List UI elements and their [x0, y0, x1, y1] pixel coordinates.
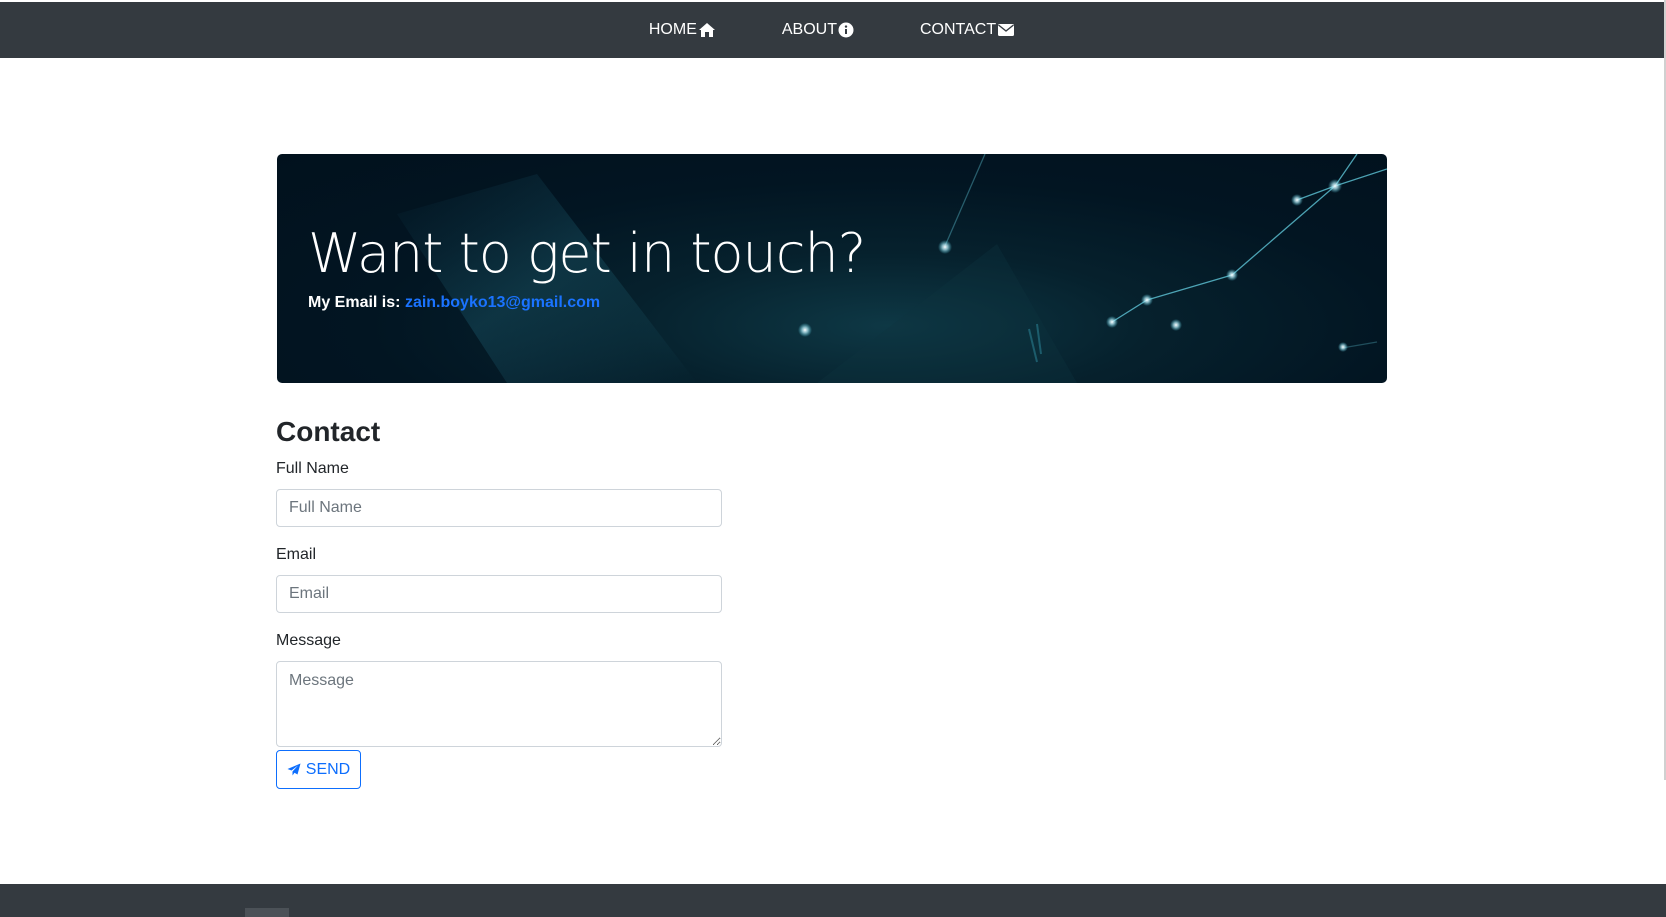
nav-contact-link[interactable]: CONTACT	[920, 21, 1015, 39]
nav-about-link[interactable]: ABOUT	[782, 21, 854, 39]
footer	[0, 884, 1666, 917]
nav-contact-label: CONTACT	[919, 21, 997, 38]
nav-home-link[interactable]: HOME	[649, 21, 716, 39]
hero-email-link[interactable]: zain.boyko13@gmail.com	[405, 294, 600, 311]
send-button-label: SEND	[305, 760, 351, 778]
full-name-label: Full Name	[276, 460, 349, 477]
email-input[interactable]	[276, 575, 722, 613]
paper-plane-icon	[287, 763, 301, 776]
hero-banner: Want to get in touch? My Email is: zain.…	[277, 154, 1387, 383]
full-name-input[interactable]	[276, 489, 722, 527]
home-icon	[698, 23, 715, 37]
hero-email-line: My Email is: zain.boyko13@gmail.com	[308, 294, 600, 312]
message-label: Message	[276, 632, 341, 649]
envelope-icon	[998, 24, 1015, 36]
nav-home-label: HOME	[648, 21, 697, 38]
message-textarea[interactable]	[276, 661, 722, 747]
info-icon	[838, 22, 854, 38]
hero-email-prefix: My Email is:	[308, 294, 401, 311]
top-navbar: HOME ABOUT CONTACT	[0, 2, 1664, 58]
send-button[interactable]: SEND	[276, 750, 361, 789]
hero-title: Want to get in touch?	[308, 222, 866, 285]
footer-element	[245, 908, 289, 917]
contact-title: Contact	[276, 416, 381, 447]
nav-about-label: ABOUT	[781, 21, 837, 38]
email-label: Email	[276, 546, 317, 563]
